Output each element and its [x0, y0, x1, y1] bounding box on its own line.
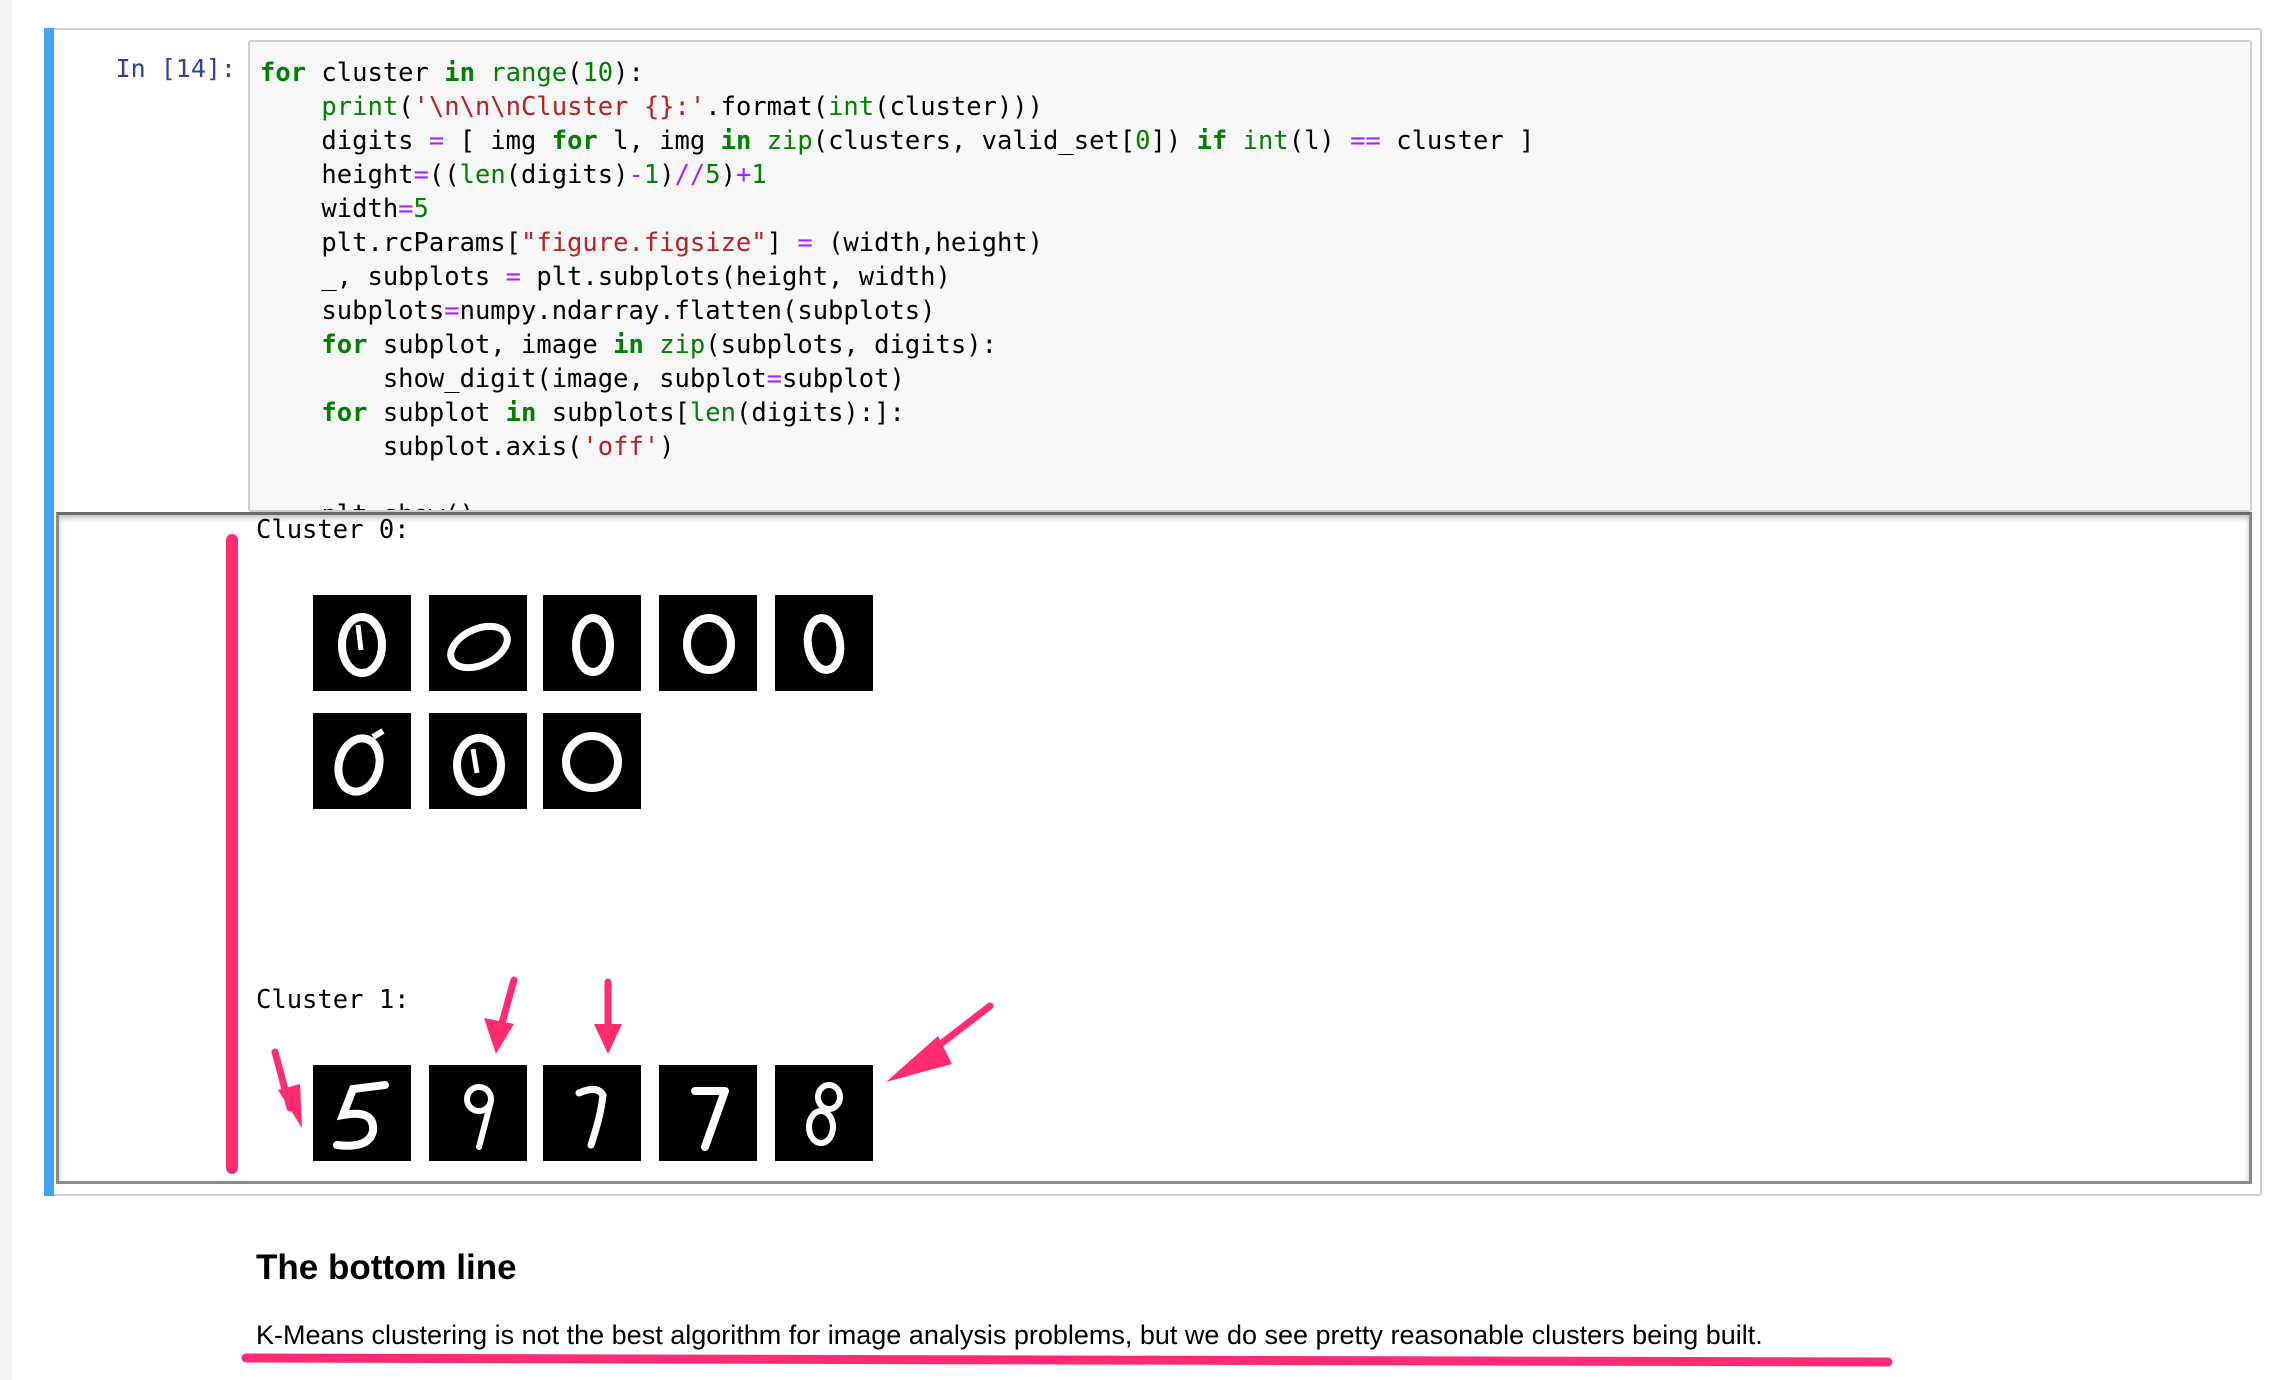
digit-thumbnail [429, 713, 527, 809]
code-text[interactable]: for cluster in range(10): print('\n\n\nC… [250, 42, 2250, 510]
digit-thumbnail [659, 1181, 757, 1184]
digit-thumbnail [429, 1065, 527, 1161]
digit-0-icon [338, 613, 386, 677]
digit-0-icon [453, 734, 505, 796]
digit-thumbnail [429, 595, 527, 691]
digit-0-icon [572, 614, 614, 676]
selected-cell-indicator [44, 28, 54, 1196]
underline-highlight [241, 1353, 1893, 1367]
digit-thumbnail [775, 1065, 873, 1161]
digit-0-icon [334, 728, 385, 796]
digit-thumbnail [543, 595, 641, 691]
digit-8-icon [806, 1082, 843, 1146]
digit-0-icon [683, 614, 735, 674]
digit-7-icon [691, 1087, 729, 1151]
code-editor[interactable]: for cluster in range(10): print('\n\n\nC… [248, 40, 2252, 512]
digit-7-icon [575, 1086, 607, 1149]
digit-thumbnail [313, 595, 411, 691]
digit-0-icon [803, 614, 845, 674]
digit-thumbnail [659, 1065, 757, 1161]
digit-thumbnail [775, 1181, 873, 1184]
digit-5-icon [333, 1081, 389, 1150]
input-prompt: In [14]: [115, 54, 236, 83]
cluster-0-label: Cluster 0: [256, 515, 410, 545]
digit-thumbnail [543, 713, 641, 809]
page-margin [0, 0, 12, 1380]
digit-thumbnail [659, 595, 757, 691]
digit-thumbnail [429, 1181, 527, 1184]
digit-thumbnail [543, 1065, 641, 1161]
digit-thumbnail [543, 1181, 641, 1184]
digit-thumbnail [775, 595, 873, 691]
digit-0-icon [447, 622, 511, 672]
digit-0-icon [562, 732, 622, 792]
digit-thumbnail [313, 1181, 411, 1184]
digit-thumbnail [313, 713, 411, 809]
cluster-1-label: Cluster 1: [256, 985, 410, 1015]
markdown-paragraph: K-Means clustering is not the best algor… [256, 1320, 1763, 1350]
digit-thumbnail [313, 1065, 411, 1161]
digit-9-icon [464, 1084, 494, 1150]
markdown-heading: The bottom line [256, 1248, 517, 1287]
output-area[interactable]: Cluster 0: Cluster 1: [56, 512, 2252, 1184]
